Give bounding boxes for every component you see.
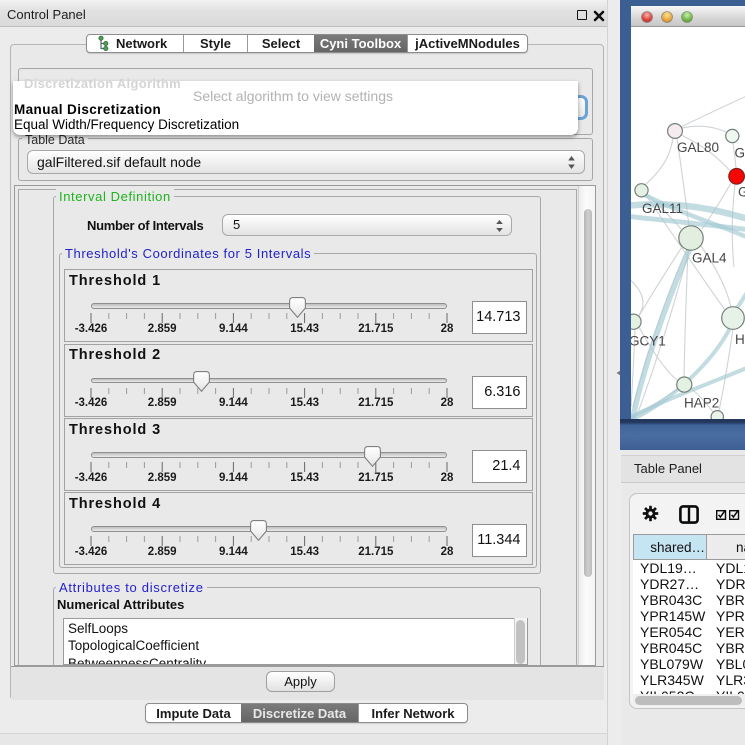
svg-text:GAL80: GAL80 — [677, 140, 719, 155]
svg-text:GAL4: GAL4 — [692, 251, 727, 266]
svg-text:GAL11: GAL11 — [642, 201, 683, 216]
svg-text:GAL80: GAL80 — [735, 146, 745, 161]
svg-text:HAP2: HAP2 — [684, 396, 719, 411]
svg-text:GAL1: GAL1 — [738, 185, 745, 200]
svg-text:GCY1: GCY1 — [631, 334, 666, 349]
svg-text:HIS4: HIS4 — [735, 332, 745, 347]
